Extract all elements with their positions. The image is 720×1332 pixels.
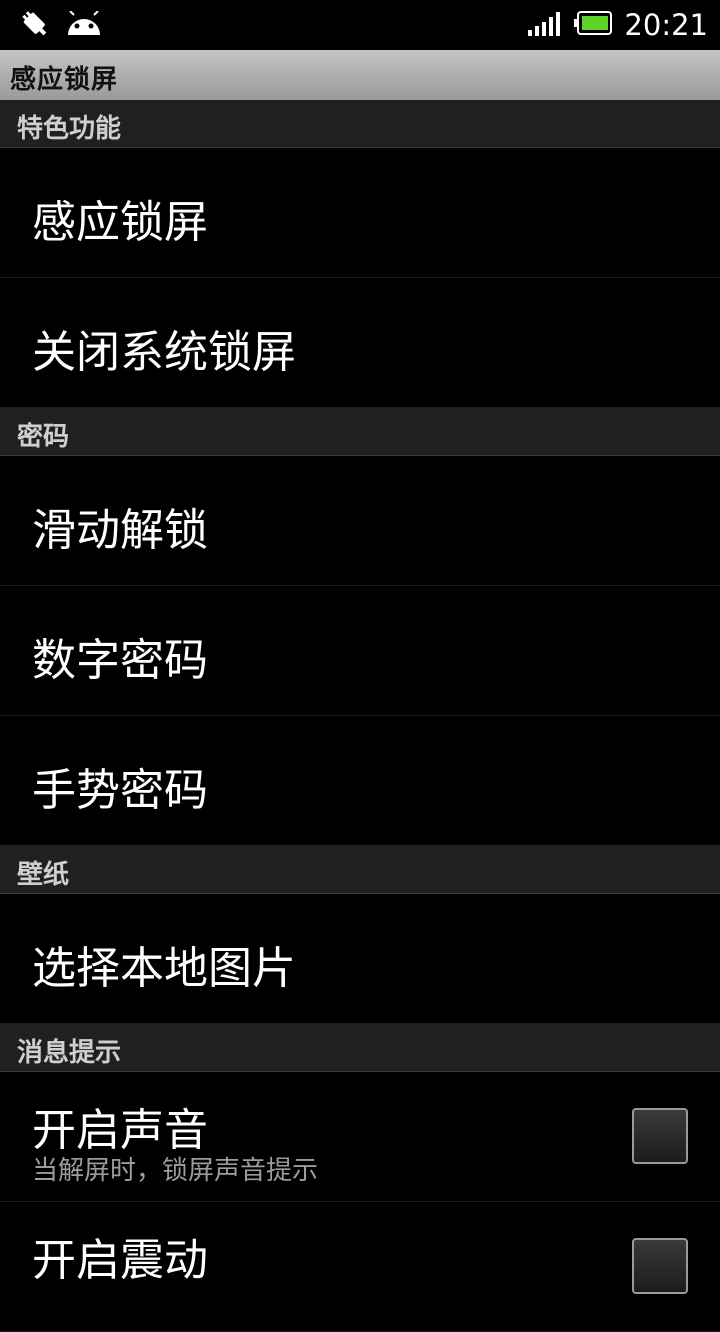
title-bar: 感应锁屏 [0,50,720,100]
pref-item-sensor-lock[interactable]: 感应锁屏 [0,148,720,278]
pref-item-enable-sound[interactable]: 开启声音 当解屏时，锁屏声音提示 [0,1072,720,1202]
pref-item-choose-local-image[interactable]: 选择本地图片 [0,894,720,1024]
vibration-checkbox[interactable] [632,1238,688,1294]
pref-item-pin-password[interactable]: 数字密码 [0,586,720,716]
status-bar: 20:21 [0,0,720,50]
pref-item-gesture-password[interactable]: 手势密码 [0,716,720,846]
category-header-notifications: 消息提示 [0,1024,720,1072]
pref-item-enable-vibration[interactable]: 开启震动 [0,1202,720,1332]
pref-item-disable-system-lock[interactable]: 关闭系统锁屏 [0,278,720,408]
category-header-wallpaper: 壁纸 [0,846,720,894]
signal-icon [528,10,562,40]
category-header-features: 特色功能 [0,100,720,148]
sound-checkbox[interactable] [632,1108,688,1164]
android-icon [66,10,102,41]
preference-list: 特色功能 感应锁屏 关闭系统锁屏 密码 滑动解锁 数字密码 手势密码 壁纸 选择… [0,100,720,1332]
clock: 20:21 [624,8,708,42]
pref-summary: 当解屏时，锁屏声音提示 [32,1156,319,1186]
usb-debug-icon [20,10,50,42]
category-header-password: 密码 [0,408,720,456]
page-title: 感应锁屏 [10,65,119,95]
battery-icon [574,11,613,39]
pref-item-slide-unlock[interactable]: 滑动解锁 [0,456,720,586]
